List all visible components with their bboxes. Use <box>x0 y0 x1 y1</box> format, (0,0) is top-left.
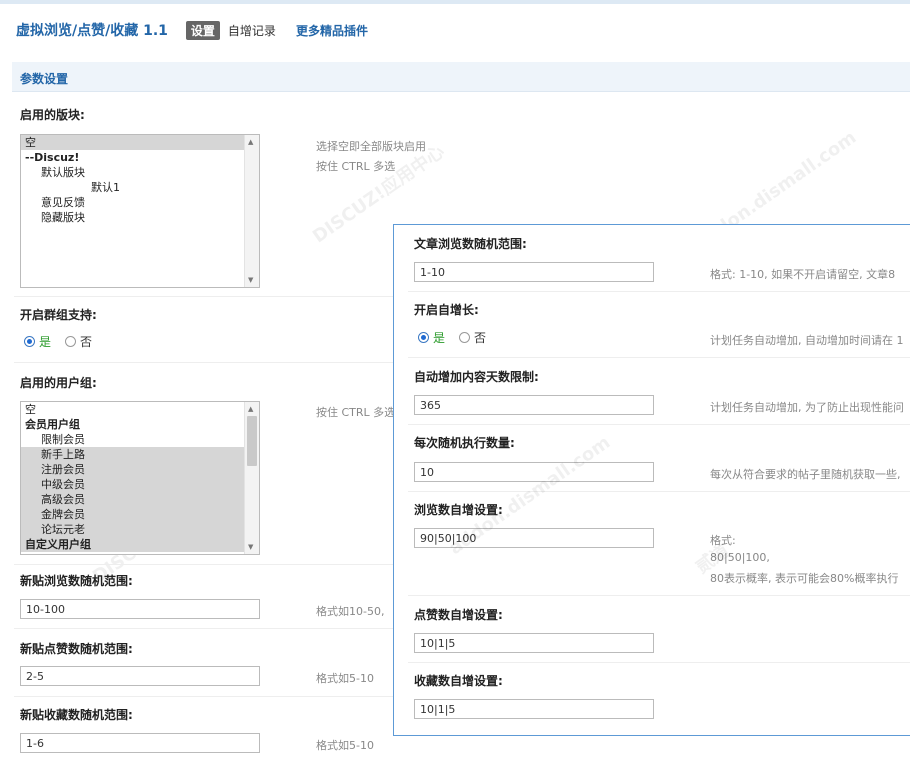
new-view-input[interactable]: 10-100 <box>20 599 260 619</box>
divider <box>408 491 910 492</box>
auto-inc-label: 开启自增长: <box>414 303 479 317</box>
forum-option[interactable]: --Discuz! <box>21 150 259 165</box>
divider <box>14 628 394 629</box>
section-title: 参数设置 <box>20 72 69 86</box>
plugin-header: 虚拟浏览/点赞/收藏 1.1 设置 自增记录 更多精品插件 <box>16 18 388 42</box>
article-view-label: 文章浏览数随机范围: <box>414 237 527 251</box>
new-like-label: 新贴点赞数随机范围: <box>20 642 133 656</box>
forum-option[interactable]: 意见反馈 <box>21 195 259 210</box>
view-auto-hint-format: 格式: <box>710 534 736 547</box>
divider <box>14 564 394 565</box>
forums-hint-ctrl: 按住 CTRL 多选 <box>316 160 396 173</box>
usergroup-option[interactable]: 会员用户组 <box>21 417 259 432</box>
divider <box>408 595 910 596</box>
view-auto-hint-example: 80|50|100, <box>710 551 770 564</box>
per-run-hint: 每次从符合要求的帖子里随机获取一些, <box>710 468 901 481</box>
usergroup-option[interactable]: 高级会员 <box>21 492 259 507</box>
usergroup-option[interactable]: 论坛元老 <box>21 522 259 537</box>
group-support-yes-label[interactable]: 是 <box>39 333 51 350</box>
forums-hint-empty: 选择空即全部版块启用 <box>316 140 426 153</box>
tab-more-plugins[interactable]: 更多精品插件 <box>296 22 368 39</box>
forum-option[interactable]: 隐藏版块 <box>21 210 259 225</box>
auto-inc-yes-radio[interactable] <box>418 332 429 343</box>
like-auto-input[interactable]: 10|1|5 <box>414 633 654 653</box>
section-header: 参数设置 <box>12 62 910 92</box>
forum-option[interactable]: 空 <box>21 135 259 150</box>
new-like-input[interactable]: 2-5 <box>20 666 260 686</box>
divider <box>408 662 910 663</box>
fav-auto-input[interactable]: 10|1|5 <box>414 699 654 719</box>
usergroup-option[interactable]: 注册会员 <box>21 462 259 477</box>
new-view-hint: 格式如10-50, <box>316 605 385 618</box>
view-auto-hint-desc: 80表示概率, 表示可能会80%概率执行 <box>710 572 899 585</box>
auto-inc-no-label[interactable]: 否 <box>474 329 486 346</box>
new-fav-hint: 格式如5-10 <box>316 739 374 752</box>
scroll-down-icon[interactable]: ▼ <box>248 543 253 551</box>
forum-option[interactable]: 默认1 <box>21 180 259 195</box>
usergroup-option[interactable]: 限制会员 <box>21 432 259 447</box>
divider <box>14 362 394 363</box>
usergroup-option[interactable]: 金牌会员 <box>21 507 259 522</box>
new-fav-label: 新贴收藏数随机范围: <box>20 708 133 722</box>
divider <box>14 296 394 297</box>
usergroups-hint: 按住 CTRL 多选 <box>316 406 396 419</box>
usergroups-label: 启用的用户组: <box>20 376 97 390</box>
new-fav-input[interactable]: 1-6 <box>20 733 260 753</box>
auto-inc-yes-label[interactable]: 是 <box>433 329 445 346</box>
divider <box>408 424 910 425</box>
overlay-panel: 文章浏览数随机范围: 1-10 格式: 1-10, 如果不开启请留空, 文章8 … <box>393 224 910 736</box>
days-limit-hint: 计划任务自动增加, 为了防止出现性能问 <box>710 401 904 414</box>
scroll-up-icon[interactable]: ▲ <box>248 405 253 413</box>
usergroups-scrollbar[interactable]: ▲ ▼ <box>244 402 259 554</box>
group-support-no-label[interactable]: 否 <box>80 333 92 350</box>
days-limit-input[interactable]: 365 <box>414 395 654 415</box>
tab-settings[interactable]: 设置 <box>185 20 220 40</box>
divider <box>408 357 910 358</box>
auto-inc-radios: 是 否 <box>418 329 500 346</box>
scroll-up-icon[interactable]: ▲ <box>248 138 253 146</box>
view-auto-label: 浏览数自增设置: <box>414 503 503 517</box>
new-view-label: 新贴浏览数随机范围: <box>20 574 133 588</box>
group-support-no-radio[interactable] <box>65 336 77 347</box>
forum-option[interactable]: 默认版块 <box>21 165 259 180</box>
per-run-label: 每次随机执行数量: <box>414 436 515 450</box>
auto-inc-hint: 计划任务自动增加, 自动增加时间请在 1 <box>710 334 904 347</box>
group-support-yes-radio[interactable] <box>24 336 35 347</box>
forums-select[interactable]: 空 --Discuz! 默认版块 默认1 意见反馈 隐藏版块 ▲ ▼ <box>20 134 260 288</box>
fav-auto-label: 收藏数自增设置: <box>414 674 503 688</box>
new-like-hint: 格式如5-10 <box>316 672 374 685</box>
usergroup-option[interactable]: 自定义用户组 <box>21 537 259 552</box>
scroll-down-icon[interactable]: ▼ <box>248 276 253 284</box>
usergroups-select[interactable]: 空 会员用户组 限制会员 新手上路 注册会员 中级会员 高级会员 金牌会员 论坛… <box>20 401 260 555</box>
forums-scrollbar[interactable]: ▲ ▼ <box>244 135 259 287</box>
plugin-title: 虚拟浏览/点赞/收藏 1.1 <box>16 23 168 39</box>
view-auto-input[interactable]: 90|50|100 <box>414 528 654 548</box>
auto-inc-no-radio[interactable] <box>459 332 471 343</box>
top-border <box>0 0 910 4</box>
divider <box>14 696 394 697</box>
per-run-input[interactable]: 10 <box>414 462 654 482</box>
article-view-hint: 格式: 1-10, 如果不开启请留空, 文章8 <box>710 268 896 281</box>
like-auto-label: 点赞数自增设置: <box>414 608 503 622</box>
usergroup-option[interactable]: 空 <box>21 402 259 417</box>
divider <box>408 291 910 292</box>
usergroup-option[interactable]: 新手上路 <box>21 447 259 462</box>
days-limit-label: 自动增加内容天数限制: <box>414 370 539 384</box>
forums-label: 启用的版块: <box>20 108 85 122</box>
usergroup-option[interactable]: 中级会员 <box>21 477 259 492</box>
group-support-radios: 是 否 <box>24 333 106 350</box>
article-view-input[interactable]: 1-10 <box>414 262 654 282</box>
scroll-thumb[interactable] <box>247 416 257 466</box>
tab-records[interactable]: 自增记录 <box>228 22 276 39</box>
group-support-label: 开启群组支持: <box>20 308 97 322</box>
